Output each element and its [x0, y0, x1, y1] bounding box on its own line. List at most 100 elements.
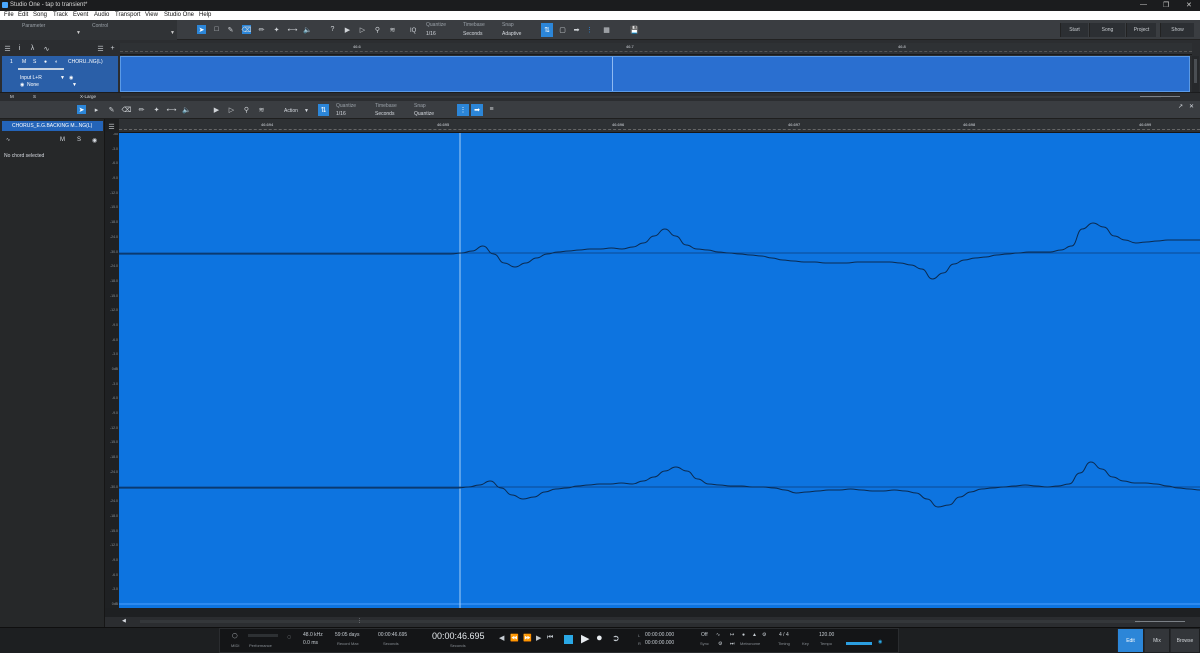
input-select[interactable]: Input L+R — [20, 75, 42, 81]
project-button[interactable]: Project — [1126, 23, 1156, 37]
goto-icon[interactable]: ➡ — [572, 25, 581, 34]
solo-button[interactable]: S — [33, 59, 36, 65]
tempo-slider[interactable] — [846, 642, 872, 645]
precount-icon[interactable]: ↦ — [730, 632, 734, 638]
edit-strip-icon[interactable]: ≡ — [487, 105, 496, 114]
sync-value[interactable]: Off — [701, 632, 708, 638]
arrange-hscrollbar[interactable] — [121, 96, 1161, 98]
scroll-left-icon[interactable]: ◀ — [122, 618, 126, 624]
menu-edit[interactable]: Edit — [18, 12, 28, 18]
split-tool-icon[interactable]: ✎ — [226, 25, 235, 34]
track-options-icon[interactable]: ☰ — [96, 44, 105, 53]
main-time-format[interactable]: Seconds — [450, 643, 466, 648]
punch-icon[interactable]: ∿ — [716, 632, 720, 638]
expand-icon[interactable]: ↗ — [1178, 103, 1183, 110]
waveform-channel-right[interactable] — [119, 461, 1200, 508]
edit-mute-tool-icon[interactable]: ✦ — [152, 105, 161, 114]
eraser-tool-icon[interactable]: ⌫ — [242, 25, 251, 34]
zoom-icon[interactable]: ⚲ — [373, 25, 382, 34]
save-icon[interactable]: 💾 — [630, 25, 639, 34]
arrange-zoom-slider[interactable] — [1140, 96, 1180, 97]
toggle-icon[interactable]: ◉ — [69, 75, 73, 81]
menu-song[interactable]: Song — [33, 12, 47, 18]
edit-grid-icon[interactable]: ⋮ — [457, 104, 469, 116]
grid-icon[interactable]: ⋮ — [585, 25, 594, 34]
close-editor-icon[interactable]: ✕ — [1189, 103, 1194, 110]
volume-fader[interactable] — [18, 68, 64, 70]
scroll-thumb-icon[interactable]: ⋮ — [357, 618, 362, 624]
layout-icon[interactable]: ▦ — [602, 25, 611, 34]
edit-snap-value[interactable]: Quantize — [414, 111, 434, 117]
waveform-channel-left[interactable] — [119, 222, 1200, 280]
edit-arrow-tool-icon[interactable]: ➤ — [77, 105, 86, 114]
paint-tool-icon[interactable]: ✏ — [257, 25, 266, 34]
loop-end[interactable]: 00:00:00.000 — [645, 640, 674, 646]
track-size[interactable]: X-Large — [80, 94, 96, 99]
automation-icon[interactable]: λ — [28, 44, 37, 53]
start-button[interactable]: Start — [1060, 23, 1088, 37]
loop-button[interactable]: ➲ — [612, 633, 620, 644]
edit-eraser-tool-icon[interactable]: ⌫ — [122, 105, 132, 114]
action-dropdown-icon[interactable]: ▼ — [304, 108, 309, 114]
waveform-editor[interactable] — [119, 133, 1200, 608]
metronome-click-icon[interactable]: ● — [742, 632, 745, 638]
main-time-display[interactable]: 00:00:46.695 — [432, 631, 485, 641]
edit-tempo-icon[interactable]: ≋ — [257, 105, 266, 114]
quantize-value[interactable]: 1/16 — [426, 31, 436, 37]
loop-icon[interactable]: ▢ — [558, 25, 567, 34]
edit-toggle-icon[interactable]: ◉ — [92, 137, 97, 144]
timebase-value[interactable]: Seconds — [463, 31, 482, 37]
loop-start[interactable]: 00:00:00.000 — [645, 632, 674, 638]
rewind-icon[interactable]: ⏪ — [510, 634, 519, 642]
output-select[interactable]: None — [27, 82, 39, 88]
range-tool-icon[interactable]: □ — [212, 25, 221, 34]
editor-track-selector[interactable]: CHORUS_E.G.BACKING M...NG(L) — [2, 121, 103, 131]
track-header[interactable]: 1 M S ● ◐ CHORU..NG(L) Input L+R ▼ ◉ ◉ N… — [2, 56, 118, 92]
edit-snap-icon[interactable]: ⇅ — [318, 104, 329, 116]
record-icon[interactable]: ● — [44, 59, 47, 65]
settings-icon[interactable]: ⚙ — [718, 641, 722, 647]
envelope-icon[interactable]: ∿ — [42, 44, 51, 53]
play-button[interactable]: ▶ — [581, 632, 589, 645]
edit-mute-button[interactable]: M — [60, 137, 65, 143]
edit-timebase-value[interactable]: Seconds — [375, 111, 394, 117]
tempo-toggle-icon[interactable]: ◉ — [878, 639, 882, 645]
tempo-icon[interactable]: ≋ — [388, 25, 397, 34]
close-icon[interactable]: ✕ — [1186, 1, 1192, 9]
menu-help[interactable]: Help — [199, 12, 211, 18]
edit-tab[interactable]: Edit — [1117, 629, 1143, 652]
menu-track[interactable]: Track — [53, 12, 68, 18]
follow-icon[interactable]: ▷ — [358, 25, 367, 34]
song-button[interactable]: Song — [1089, 23, 1125, 37]
menu-transport[interactable]: Transport — [115, 12, 140, 18]
waveform-canvas[interactable] — [119, 133, 1200, 608]
edit-range-tool-icon[interactable]: ▸ — [92, 105, 101, 114]
audio-event[interactable] — [120, 56, 1190, 92]
add-track-icon[interactable]: + — [108, 44, 117, 53]
rewind-start-icon[interactable]: ◀ — [499, 634, 504, 642]
edit-listen-tool-icon[interactable]: 🔈 — [182, 105, 191, 114]
return-zero-icon[interactable]: ⏮ — [547, 634, 553, 642]
snap-value[interactable]: Adaptive — [502, 31, 521, 37]
menu-view[interactable]: View — [145, 12, 158, 18]
edit-zoom-icon[interactable]: ⚲ — [242, 105, 251, 114]
menu-event[interactable]: Event — [73, 12, 88, 18]
menu-audio[interactable]: Audio — [94, 12, 109, 18]
mute-button[interactable]: M — [22, 59, 26, 65]
time-signature[interactable]: 4 / 4 — [779, 632, 789, 638]
edit-follow-icon[interactable]: ▷ — [227, 105, 236, 114]
track-name[interactable]: CHORU..NG(L) — [68, 59, 103, 65]
autoscroll-icon[interactable]: ▶ — [343, 25, 352, 34]
forward-icon[interactable]: ⏩ — [523, 634, 532, 642]
editor-ruler[interactable]: 46.694 46.695 46.696 46.697 46.698 46.69… — [119, 119, 1200, 133]
stop-button[interactable] — [564, 635, 573, 644]
inspector-icon[interactable]: i — [15, 44, 24, 53]
edit-quantize-value[interactable]: 1/16 — [336, 111, 346, 117]
editor-menu-icon[interactable]: ☰ — [107, 122, 116, 131]
arrange-ruler[interactable]: 46.6 46.7 46.8 — [120, 43, 1192, 55]
edit-goto-icon[interactable]: ➡ — [471, 104, 483, 116]
control-dropdown-icon[interactable]: ▼ — [170, 30, 175, 36]
arrow-tool-icon[interactable]: ➤ — [197, 25, 206, 34]
parameter-dropdown-icon[interactable]: ▼ — [76, 30, 81, 36]
metronome-icon[interactable]: ▲ — [752, 632, 757, 638]
